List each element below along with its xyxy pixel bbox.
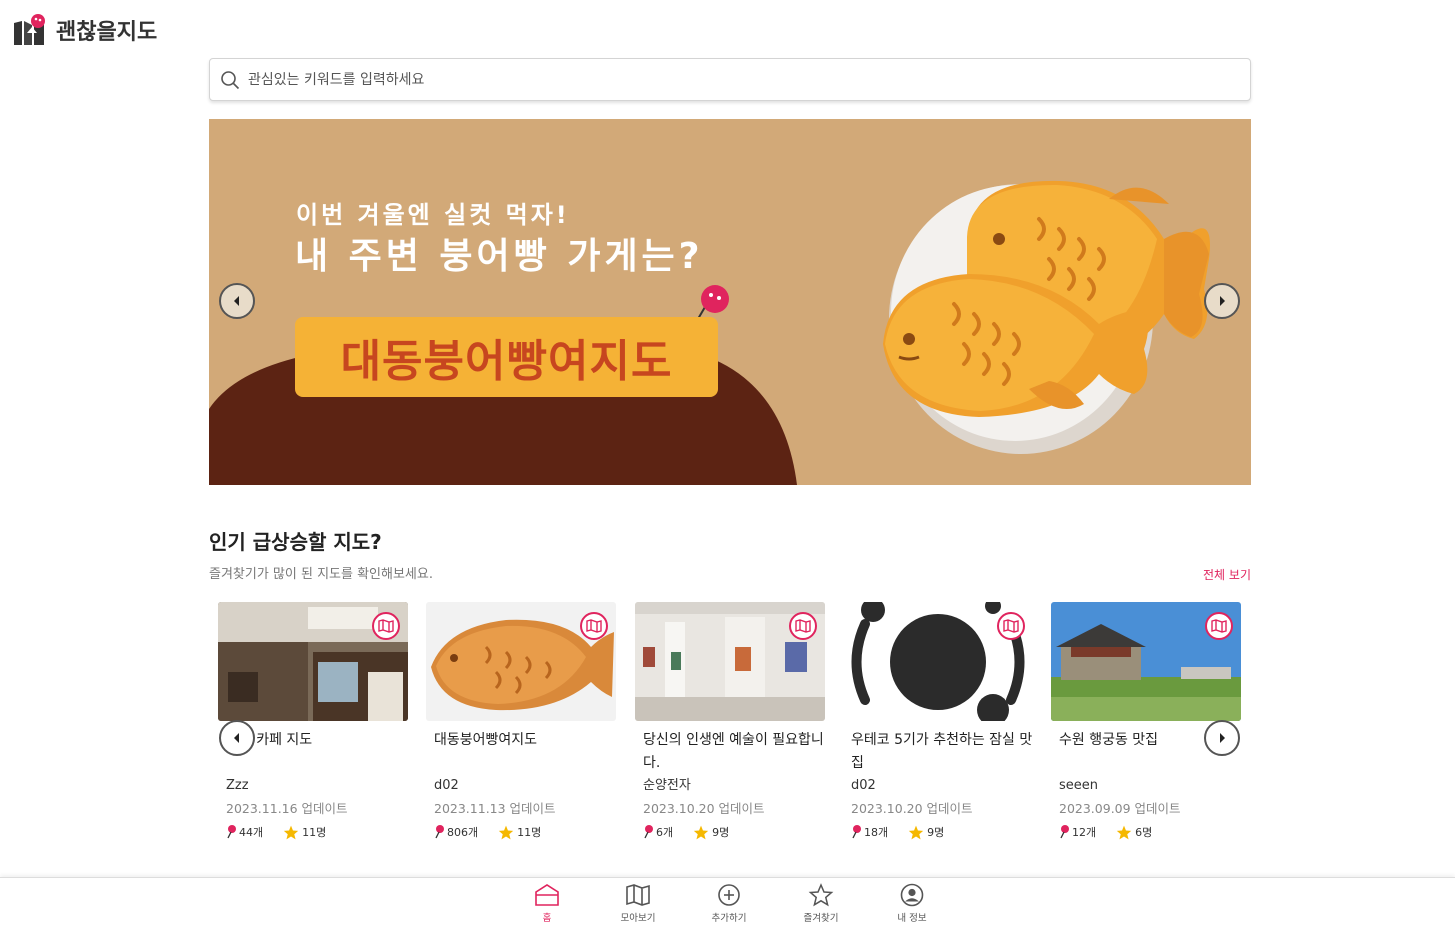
card-thumbnail (426, 602, 616, 721)
nav-label: 즐겨찾기 (803, 913, 839, 924)
card-date: 2023.10.20 업데이트 (851, 801, 973, 816)
star-icon (1116, 825, 1132, 839)
pin-count: 18개 (851, 824, 888, 840)
map-card[interactable]: 대동붕어빵여지도 d02 2023.11.13 업데이트 806개 11명 (426, 602, 616, 843)
star-count: 9명 (908, 824, 944, 840)
banner-illustration (209, 180, 1210, 485)
nav-label: 홈 (542, 913, 552, 924)
chevron-left-icon (234, 733, 239, 743)
nav-item-home[interactable]: 홈 (512, 883, 582, 924)
card-stats: 806개 11명 (426, 821, 616, 843)
banner-tag: 대동붕어빵여지도 (295, 317, 718, 397)
pin-icon (435, 825, 444, 839)
star-icon (808, 883, 834, 907)
star-icon (498, 825, 514, 839)
nav-item-collection[interactable]: 모아보기 (603, 883, 673, 924)
card-author: Zzz (226, 778, 249, 793)
pin-icon (644, 825, 653, 839)
search-icon (221, 70, 240, 89)
pin-count: 44개 (226, 824, 263, 840)
card-title: 당신의 인생엔 예술이 필요합니다. (643, 732, 824, 771)
card-title: 우테코 5기가 추천하는 잠실 맛집 (851, 732, 1033, 771)
logo-text: 괜찮을지도 (56, 20, 158, 45)
nav-label: 내 정보 (897, 913, 927, 924)
pin-icon (227, 825, 236, 839)
banner-prev-button[interactable] (219, 283, 255, 319)
card-stats: 6개 9명 (635, 821, 825, 843)
see-all-link[interactable]: 전체 보기 (1203, 566, 1251, 583)
card-thumbnail (218, 602, 408, 721)
map-card[interactable]: 당신의 인생엔 예술이 필요합니다. 순양전자 2023.10.20 업데이트 … (635, 602, 825, 843)
star-icon (693, 825, 709, 839)
card-author: seeen (1059, 778, 1099, 793)
pin-count: 6개 (643, 824, 673, 840)
card-author: 순양전자 (643, 778, 691, 793)
banner-next-button[interactable] (1204, 283, 1240, 319)
card-date: 2023.11.16 업데이트 (226, 801, 348, 816)
logo-mark-icon (12, 13, 48, 47)
nav-item-profile[interactable]: 내 정보 (877, 883, 947, 924)
app-logo[interactable]: 괜찮을지도 (12, 10, 157, 50)
card-title: 대동붕어빵여지도 (434, 732, 538, 748)
section-title: 인기 급상승할 지도? (209, 530, 382, 554)
map-icon (626, 884, 650, 906)
card-stats: 44개 11명 (218, 821, 408, 843)
card-date: 2023.11.13 업데이트 (434, 801, 556, 816)
chevron-right-icon (1220, 733, 1225, 743)
cards-prev-button[interactable] (219, 720, 255, 756)
star-count: 9명 (693, 824, 729, 840)
cards-next-button[interactable] (1204, 720, 1240, 756)
nav-item-favorites[interactable]: 즐겨찾기 (786, 883, 856, 924)
pin-icon (1060, 825, 1069, 839)
star-icon (283, 825, 299, 839)
star-count: 11명 (498, 824, 541, 840)
card-author: d02 (851, 778, 876, 793)
bottom-navigation: 홈 모아보기 추가하기 즐겨찾기 내 정보 (0, 877, 1455, 930)
plus-circle-icon (718, 884, 740, 906)
star-count: 11명 (283, 824, 326, 840)
map-card[interactable]: 우테코 5기가 추천하는 잠실 맛집 d02 2023.10.20 업데이트 1… (843, 602, 1033, 843)
search-bar[interactable] (209, 58, 1251, 101)
card-stats: 12개 6명 (1051, 821, 1241, 843)
nav-label: 추가하기 (711, 913, 747, 924)
banner-subtitle: 이번 겨울엔 실컷 먹자! (296, 201, 570, 229)
home-icon (535, 884, 559, 906)
nav-label: 모아보기 (620, 913, 656, 924)
profile-icon (900, 883, 924, 907)
map-badge-icon (580, 612, 608, 640)
pin-count: 12개 (1059, 824, 1096, 840)
star-icon (908, 825, 924, 839)
map-badge-icon (1205, 612, 1233, 640)
pin-count: 806개 (434, 824, 478, 840)
card-thumbnail (1051, 602, 1241, 721)
banner-tag-label: 대동붕어빵여지도 (340, 336, 673, 387)
card-thumbnail (635, 602, 825, 721)
promo-banner[interactable]: 이번 겨울엔 실컷 먹자! 내 주변 붕어빵 가게는? 대동붕어빵여지도 (209, 119, 1251, 485)
banner-title: 내 주변 붕어빵 가게는? (295, 236, 704, 277)
star-count: 6명 (1116, 824, 1152, 840)
card-date: 2023.09.09 업데이트 (1059, 801, 1181, 816)
card-date: 2023.10.20 업데이트 (643, 801, 765, 816)
card-thumbnail (843, 602, 1033, 721)
map-badge-icon (789, 612, 817, 640)
search-input[interactable] (248, 71, 1228, 88)
nav-item-add[interactable]: 추가하기 (694, 883, 764, 924)
chevron-left-icon (234, 296, 239, 306)
card-stats: 18개 9명 (843, 821, 1033, 843)
map-badge-icon (372, 612, 400, 640)
chevron-right-icon (1220, 296, 1225, 306)
pin-icon (852, 825, 861, 839)
section-subtitle: 즐겨찾기가 많이 된 지도를 확인해보세요. (209, 567, 433, 582)
card-author: d02 (434, 778, 459, 793)
map-badge-icon (997, 612, 1025, 640)
